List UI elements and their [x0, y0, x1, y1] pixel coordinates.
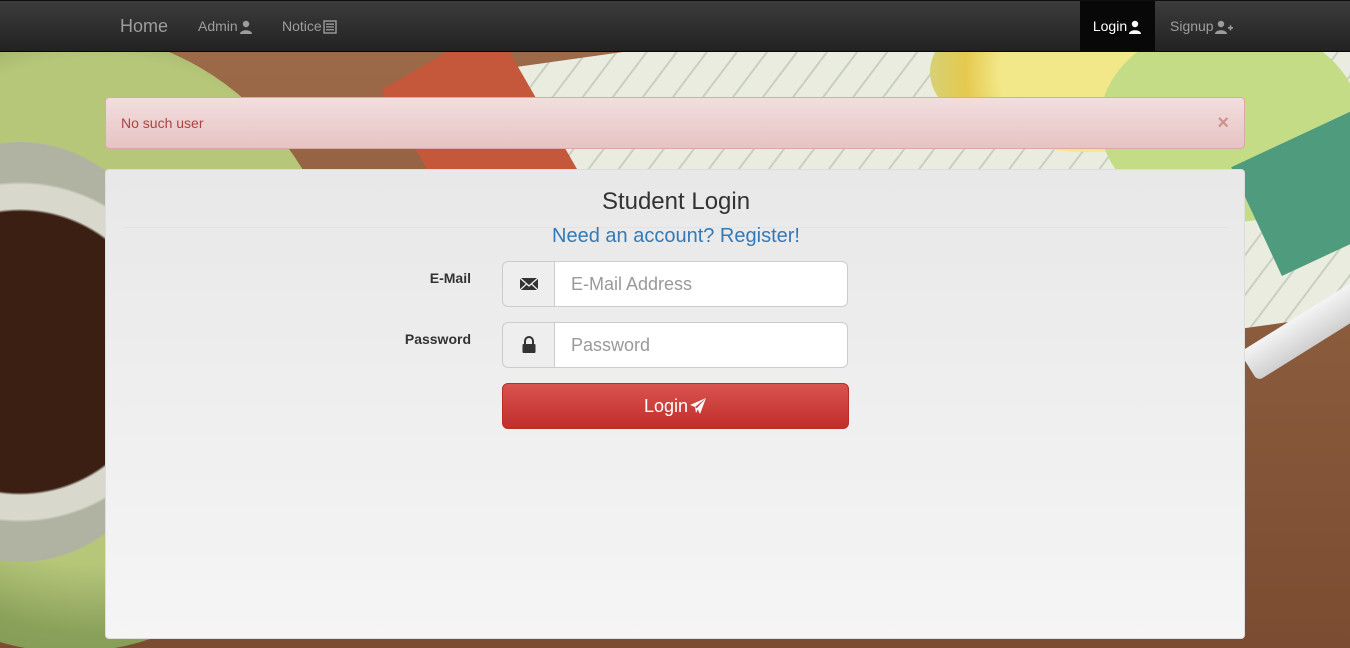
envelope-icon [519, 277, 538, 291]
nav-notice-label: Notice [282, 18, 322, 34]
nav-notice-link[interactable]: Notice [282, 1, 337, 52]
email-addon [502, 261, 554, 307]
nav-login-label: Login [1092, 18, 1128, 34]
password-label: Password [404, 331, 471, 347]
register-link[interactable]: Need an account? Register! [106, 225, 1246, 248]
alert-close-icon[interactable]: × [1217, 113, 1229, 133]
nav-signup-link[interactable]: Signup [1170, 1, 1233, 52]
nav-login-link[interactable]: Login [1080, 1, 1155, 52]
password-addon [502, 322, 554, 368]
nav-home-label: Home [120, 16, 169, 36]
top-navbar: Home Admin Notice Login Signup [0, 0, 1350, 52]
login-button[interactable]: Login [502, 383, 849, 429]
email-input-group [502, 261, 848, 307]
nav-admin-link[interactable]: Admin [198, 1, 253, 52]
error-alert: No such user × [105, 97, 1245, 149]
nav-signup-label: Signup [1170, 18, 1214, 34]
email-field[interactable] [554, 261, 848, 307]
login-panel: Student Login Need an account? Register!… [105, 169, 1245, 639]
add-user-icon [1214, 20, 1233, 34]
login-button-label: Login [643, 395, 689, 416]
alert-message: No such user [121, 115, 204, 131]
page-title: Student Login [601, 188, 751, 215]
lock-icon [522, 336, 535, 353]
email-label: E-Mail [429, 270, 471, 286]
user-icon [239, 20, 252, 34]
password-field[interactable] [554, 322, 848, 368]
user-icon [1129, 20, 1142, 34]
nav-home-link[interactable]: Home [120, 1, 168, 52]
password-input-group [502, 322, 848, 368]
paper-plane-icon [690, 398, 707, 414]
list-alt-icon [322, 19, 337, 34]
nav-admin-label: Admin [198, 18, 238, 34]
